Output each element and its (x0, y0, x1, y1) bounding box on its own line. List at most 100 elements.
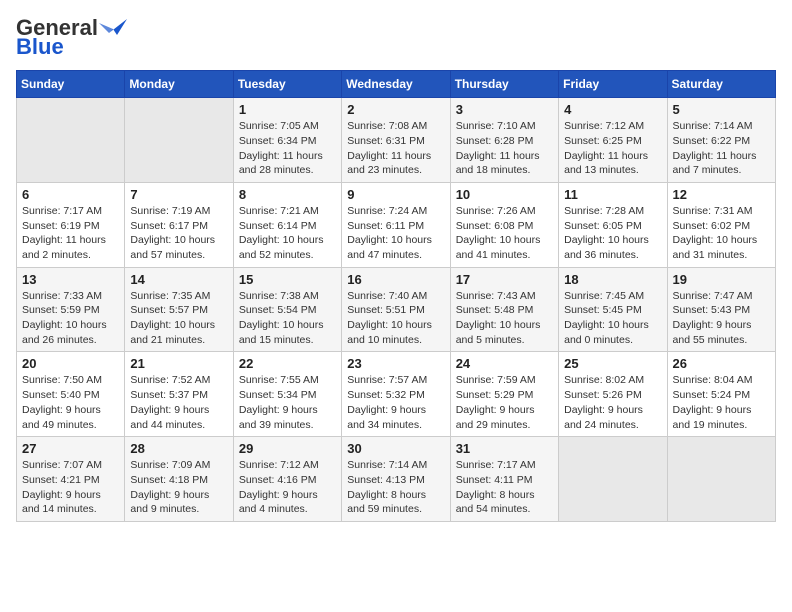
weekday-header-saturday: Saturday (667, 71, 775, 98)
calendar-cell: 28 Sunrise: 7:09 AMSunset: 4:18 PMDayligh… (125, 437, 233, 522)
calendar-week-2: 6 Sunrise: 7:17 AMSunset: 6:19 PMDaylight… (17, 182, 776, 267)
day-number: 15 (239, 272, 336, 287)
calendar-week-3: 13 Sunrise: 7:33 AMSunset: 5:59 PMDayligh… (17, 267, 776, 352)
calendar-cell: 29Sunrise: 7:12 AMSunset: 4:16 PMDayligh… (233, 437, 341, 522)
day-detail: Sunrise: 7:24 AMSunset: 6:11 PMDaylight:… (347, 204, 444, 263)
day-number: 1 (239, 102, 336, 117)
day-detail: Sunrise: 8:02 AMSunset: 5:26 PMDaylight:… (564, 373, 661, 432)
day-detail: Sunrise: 8:04 AMSunset: 5:24 PMDaylight:… (673, 373, 770, 432)
day-detail: Sunrise: 7:38 AMSunset: 5:54 PMDaylight:… (239, 289, 336, 348)
day-number: 14 (130, 272, 227, 287)
weekday-header-friday: Friday (559, 71, 667, 98)
day-number: 22 (239, 356, 336, 371)
day-detail: Sunrise: 7:33 AMSunset: 5:59 PMDaylight:… (22, 289, 119, 348)
calendar-cell: 21 Sunrise: 7:52 AMSunset: 5:37 PMDayligh… (125, 352, 233, 437)
calendar-cell: 18 Sunrise: 7:45 AMSunset: 5:45 PMDayligh… (559, 267, 667, 352)
calendar-cell: 13 Sunrise: 7:33 AMSunset: 5:59 PMDayligh… (17, 267, 125, 352)
day-number: 21 (130, 356, 227, 371)
calendar-cell: 31 Sunrise: 7:17 AMSunset: 4:11 PMDayligh… (450, 437, 558, 522)
day-number: 27 (22, 441, 119, 456)
day-detail: Sunrise: 7:08 AMSunset: 6:31 PMDaylight:… (347, 119, 444, 178)
day-number: 3 (456, 102, 553, 117)
calendar-week-1: 1 Sunrise: 7:05 AMSunset: 6:34 PMDaylight… (17, 98, 776, 183)
weekday-header-sunday: Sunday (17, 71, 125, 98)
day-detail: Sunrise: 7:10 AMSunset: 6:28 PMDaylight:… (456, 119, 553, 178)
day-number: 10 (456, 187, 553, 202)
weekday-header-tuesday: Tuesday (233, 71, 341, 98)
day-number: 24 (456, 356, 553, 371)
day-number: 31 (456, 441, 553, 456)
day-number: 2 (347, 102, 444, 117)
page-header: General Blue (16, 16, 776, 58)
day-number: 20 (22, 356, 119, 371)
day-detail: Sunrise: 7:14 AMSunset: 6:22 PMDaylight:… (673, 119, 770, 178)
calendar-cell: 23 Sunrise: 7:57 AMSunset: 5:32 PMDayligh… (342, 352, 450, 437)
day-number: 4 (564, 102, 661, 117)
calendar-cell: 7 Sunrise: 7:19 AMSunset: 6:17 PMDaylight… (125, 182, 233, 267)
calendar-cell: 22 Sunrise: 7:55 AMSunset: 5:34 PMDayligh… (233, 352, 341, 437)
day-detail: Sunrise: 7:47 AMSunset: 5:43 PMDaylight:… (673, 289, 770, 348)
day-number: 11 (564, 187, 661, 202)
calendar-cell: 27Sunrise: 7:07 AMSunset: 4:21 PMDayligh… (17, 437, 125, 522)
day-number: 12 (673, 187, 770, 202)
day-detail: Sunrise: 7:21 AMSunset: 6:14 PMDaylight:… (239, 204, 336, 263)
day-detail: Sunrise: 7:52 AMSunset: 5:37 PMDaylight:… (130, 373, 227, 432)
day-detail: Sunrise: 7:59 AMSunset: 5:29 PMDaylight:… (456, 373, 553, 432)
calendar-cell: 20 Sunrise: 7:50 AMSunset: 5:40 PMDayligh… (17, 352, 125, 437)
day-detail: Sunrise: 7:17 AMSunset: 6:19 PMDaylight:… (22, 204, 119, 263)
calendar-cell: 5 Sunrise: 7:14 AMSunset: 6:22 PMDaylight… (667, 98, 775, 183)
weekday-header-wednesday: Wednesday (342, 71, 450, 98)
day-number: 26 (673, 356, 770, 371)
weekday-header-thursday: Thursday (450, 71, 558, 98)
day-detail: Sunrise: 7:50 AMSunset: 5:40 PMDaylight:… (22, 373, 119, 432)
calendar-cell: 25Sunrise: 8:02 AMSunset: 5:26 PMDayligh… (559, 352, 667, 437)
day-number: 16 (347, 272, 444, 287)
calendar-week-4: 20 Sunrise: 7:50 AMSunset: 5:40 PMDayligh… (17, 352, 776, 437)
calendar-cell: 19Sunrise: 7:47 AMSunset: 5:43 PMDayligh… (667, 267, 775, 352)
day-number: 7 (130, 187, 227, 202)
calendar-cell: 4Sunrise: 7:12 AMSunset: 6:25 PMDaylight… (559, 98, 667, 183)
day-number: 13 (22, 272, 119, 287)
calendar-cell (667, 437, 775, 522)
calendar-cell: 30Sunrise: 7:14 AMSunset: 4:13 PMDayligh… (342, 437, 450, 522)
day-detail: Sunrise: 7:35 AMSunset: 5:57 PMDaylight:… (130, 289, 227, 348)
day-number: 9 (347, 187, 444, 202)
day-detail: Sunrise: 7:40 AMSunset: 5:51 PMDaylight:… (347, 289, 444, 348)
day-detail: Sunrise: 7:09 AMSunset: 4:18 PMDaylight:… (130, 458, 227, 517)
day-number: 30 (347, 441, 444, 456)
calendar-cell: 17Sunrise: 7:43 AMSunset: 5:48 PMDayligh… (450, 267, 558, 352)
day-detail: Sunrise: 7:57 AMSunset: 5:32 PMDaylight:… (347, 373, 444, 432)
calendar-cell: 10 Sunrise: 7:26 AMSunset: 6:08 PMDayligh… (450, 182, 558, 267)
day-number: 5 (673, 102, 770, 117)
day-number: 18 (564, 272, 661, 287)
calendar-cell: 16 Sunrise: 7:40 AMSunset: 5:51 PMDayligh… (342, 267, 450, 352)
day-detail: Sunrise: 7:45 AMSunset: 5:45 PMDaylight:… (564, 289, 661, 348)
calendar-cell: 9 Sunrise: 7:24 AMSunset: 6:11 PMDaylight… (342, 182, 450, 267)
calendar-cell: 11 Sunrise: 7:28 AMSunset: 6:05 PMDayligh… (559, 182, 667, 267)
calendar-table: SundayMondayTuesdayWednesdayThursdayFrid… (16, 70, 776, 522)
calendar-cell: 2 Sunrise: 7:08 AMSunset: 6:31 PMDaylight… (342, 98, 450, 183)
day-detail: Sunrise: 7:05 AMSunset: 6:34 PMDaylight:… (239, 119, 336, 178)
calendar-cell: 12 Sunrise: 7:31 AMSunset: 6:02 PMDayligh… (667, 182, 775, 267)
calendar-cell: 15 Sunrise: 7:38 AMSunset: 5:54 PMDayligh… (233, 267, 341, 352)
day-number: 8 (239, 187, 336, 202)
calendar-cell: 8 Sunrise: 7:21 AMSunset: 6:14 PMDaylight… (233, 182, 341, 267)
day-number: 28 (130, 441, 227, 456)
day-detail: Sunrise: 7:28 AMSunset: 6:05 PMDaylight:… (564, 204, 661, 263)
day-number: 6 (22, 187, 119, 202)
day-detail: Sunrise: 7:43 AMSunset: 5:48 PMDaylight:… (456, 289, 553, 348)
day-detail: Sunrise: 7:55 AMSunset: 5:34 PMDaylight:… (239, 373, 336, 432)
day-detail: Sunrise: 7:31 AMSunset: 6:02 PMDaylight:… (673, 204, 770, 263)
day-detail: Sunrise: 7:26 AMSunset: 6:08 PMDaylight:… (456, 204, 553, 263)
calendar-week-5: 27Sunrise: 7:07 AMSunset: 4:21 PMDayligh… (17, 437, 776, 522)
logo-bird-icon (99, 15, 127, 37)
calendar-cell: 14 Sunrise: 7:35 AMSunset: 5:57 PMDayligh… (125, 267, 233, 352)
day-detail: Sunrise: 7:19 AMSunset: 6:17 PMDaylight:… (130, 204, 227, 263)
calendar-cell (559, 437, 667, 522)
day-number: 23 (347, 356, 444, 371)
day-detail: Sunrise: 7:17 AMSunset: 4:11 PMDaylight:… (456, 458, 553, 517)
calendar-cell: 24 Sunrise: 7:59 AMSunset: 5:29 PMDayligh… (450, 352, 558, 437)
day-detail: Sunrise: 7:12 AMSunset: 4:16 PMDaylight:… (239, 458, 336, 517)
logo: General Blue (16, 16, 127, 58)
weekday-header-monday: Monday (125, 71, 233, 98)
